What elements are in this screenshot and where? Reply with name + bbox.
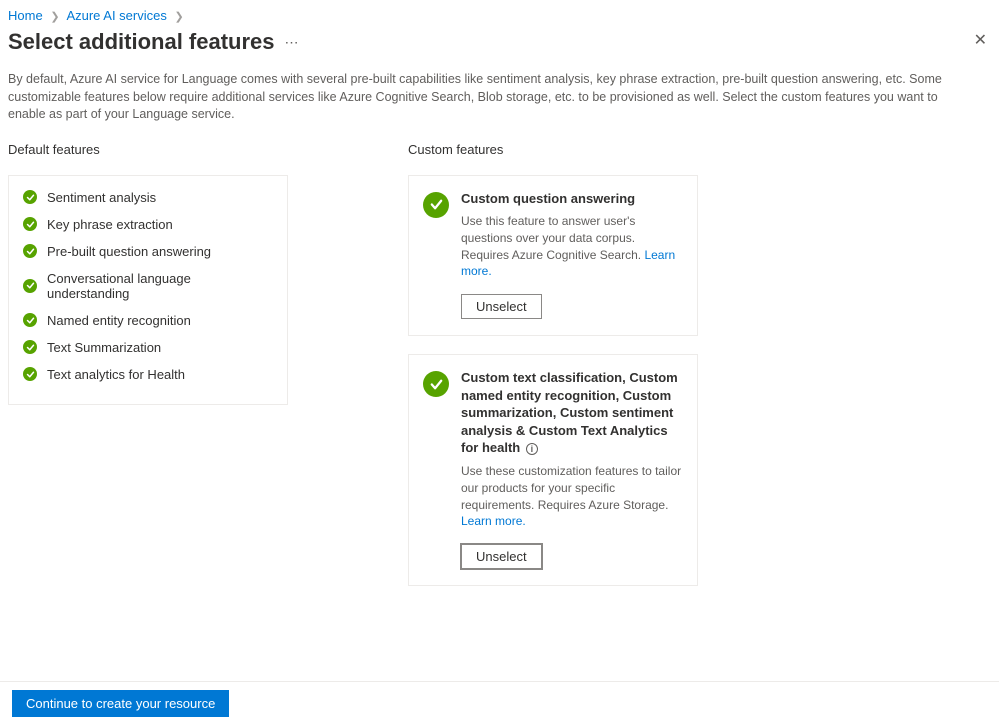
custom-feature-card: Custom text classification, Custom named… — [408, 354, 698, 586]
check-icon — [23, 313, 37, 327]
feature-label: Text analytics for Health — [47, 367, 185, 382]
chevron-right-icon: ❯ — [50, 11, 59, 23]
check-icon — [23, 190, 37, 204]
intro-text: By default, Azure AI service for Languag… — [0, 65, 970, 142]
feature-label: Conversational language understanding — [47, 271, 273, 301]
chevron-right-icon: ❯ — [175, 11, 184, 23]
default-feature-item: Named entity recognition — [23, 313, 273, 328]
card-description: Use this feature to answer user's questi… — [461, 213, 683, 280]
feature-label: Key phrase extraction — [47, 217, 173, 232]
info-icon[interactable]: i — [526, 443, 538, 455]
default-features-header: Default features — [8, 142, 288, 157]
check-icon — [423, 192, 449, 218]
card-title: Custom text classification, Custom named… — [461, 369, 683, 457]
close-icon[interactable]: ✕ — [974, 30, 987, 50]
breadcrumb-services[interactable]: Azure AI services — [66, 8, 166, 23]
default-feature-item: Text analytics for Health — [23, 367, 273, 382]
default-feature-item: Conversational language understanding — [23, 271, 273, 301]
continue-button[interactable]: Continue to create your resource — [12, 690, 229, 717]
default-features-box: Sentiment analysis Key phrase extraction… — [8, 175, 288, 405]
feature-label: Sentiment analysis — [47, 190, 156, 205]
feature-label: Text Summarization — [47, 340, 161, 355]
custom-feature-card: Custom question answering Use this featu… — [408, 175, 698, 337]
default-feature-item: Key phrase extraction — [23, 217, 273, 232]
breadcrumb: Home ❯ Azure AI services ❯ — [0, 0, 999, 29]
check-icon — [23, 217, 37, 231]
breadcrumb-home[interactable]: Home — [8, 8, 43, 23]
learn-more-link[interactable]: Learn more. — [461, 514, 526, 528]
check-icon — [23, 367, 37, 381]
feature-label: Pre-built question answering — [47, 244, 211, 259]
check-icon — [23, 340, 37, 354]
check-icon — [423, 371, 449, 397]
default-feature-item: Pre-built question answering — [23, 244, 273, 259]
page-title: Select additional features — [8, 29, 275, 55]
title-row: Select additional features ⋯ — [0, 29, 999, 65]
unselect-button[interactable]: Unselect — [461, 294, 542, 319]
feature-label: Named entity recognition — [47, 313, 191, 328]
check-icon — [23, 244, 37, 258]
card-title: Custom question answering — [461, 190, 683, 208]
unselect-button[interactable]: Unselect — [461, 544, 542, 569]
more-actions-icon[interactable]: ⋯ — [285, 34, 299, 51]
custom-features-header: Custom features — [408, 142, 698, 157]
default-feature-item: Text Summarization — [23, 340, 273, 355]
check-icon — [23, 279, 37, 293]
default-feature-item: Sentiment analysis — [23, 190, 273, 205]
footer: Continue to create your resource — [0, 681, 999, 725]
card-description: Use these customization features to tail… — [461, 463, 683, 530]
